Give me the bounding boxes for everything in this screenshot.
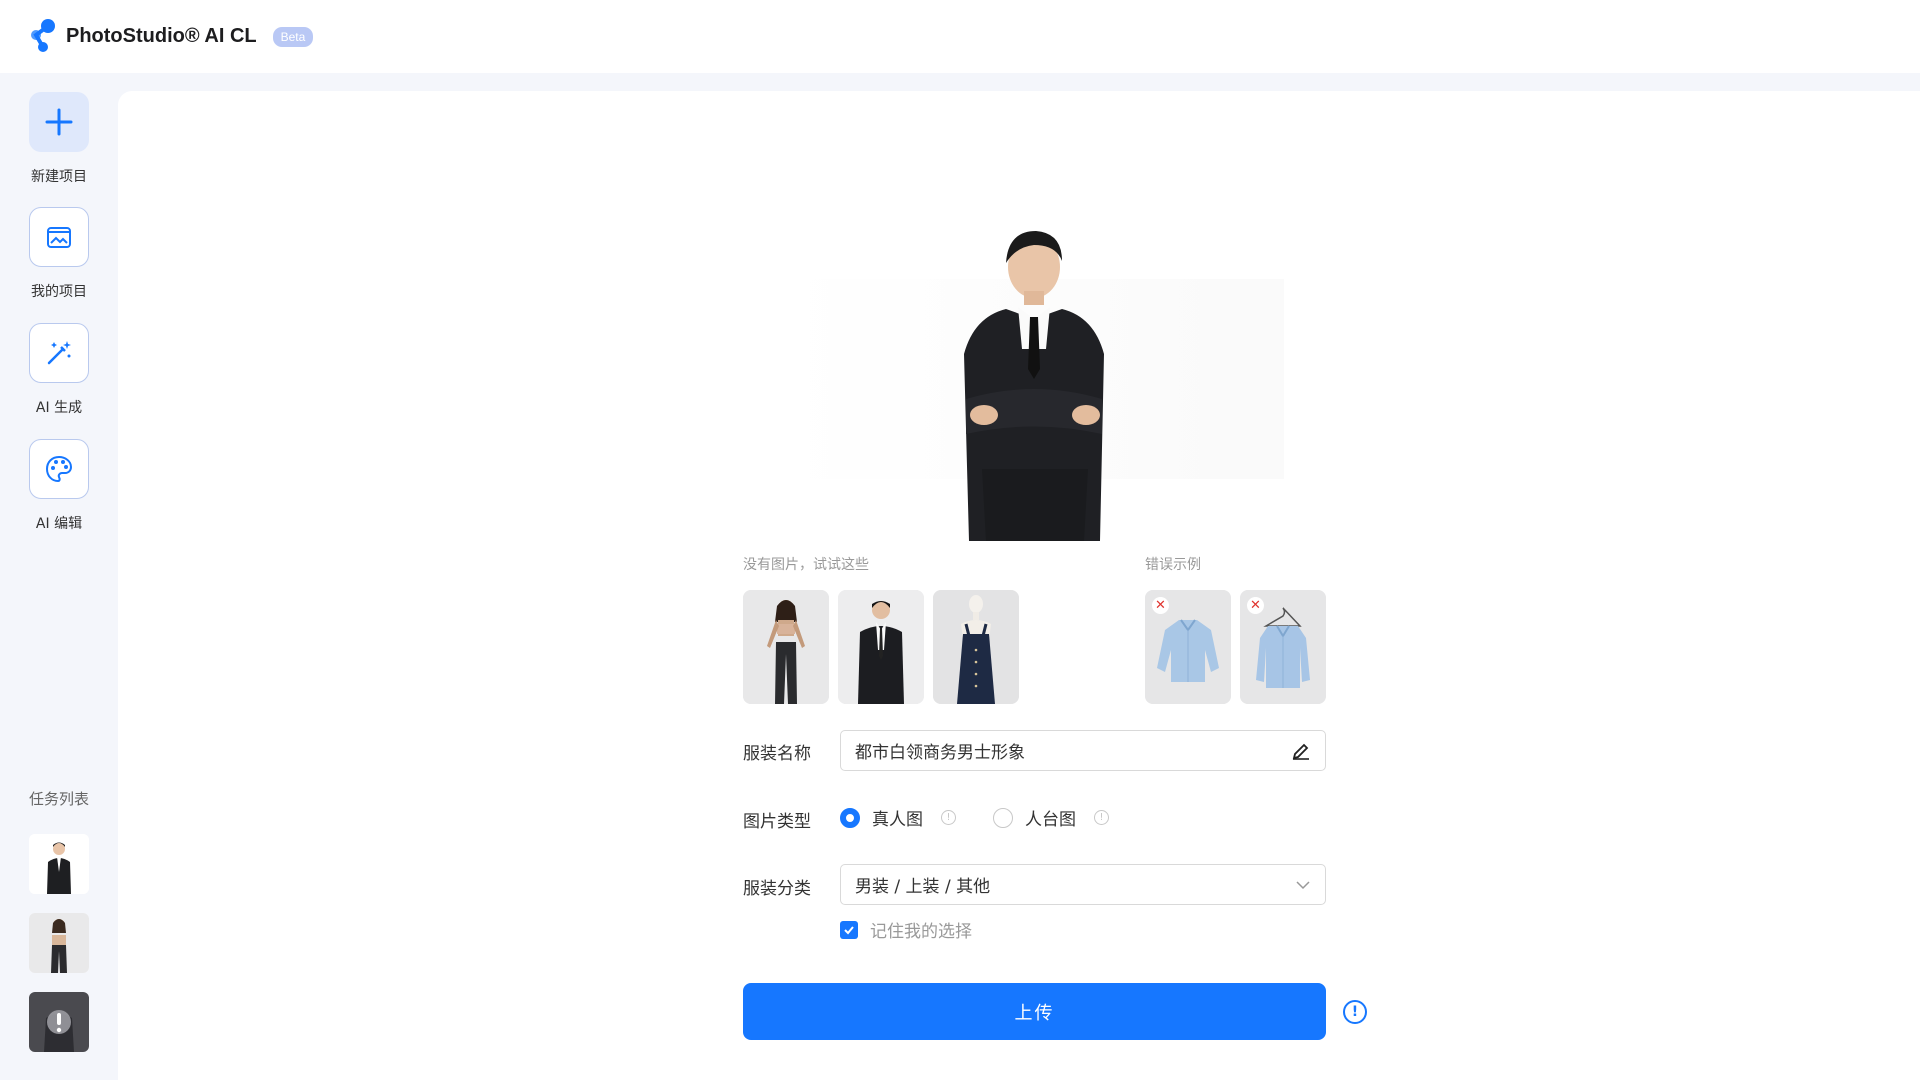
checkmark-icon: [844, 925, 854, 934]
radio-mannequin[interactable]: 人台图 !: [993, 805, 1109, 830]
top-bar: PhotoStudio® AI CL Beta: [0, 0, 1920, 73]
new-project-button[interactable]: [29, 92, 89, 152]
upload-button[interactable]: 上传: [743, 983, 1326, 1040]
radio-real-person[interactable]: 真人图 !: [840, 805, 956, 830]
image-folder-icon: [47, 227, 71, 248]
ai-edit-button[interactable]: [29, 439, 89, 499]
my-projects-button[interactable]: [29, 207, 89, 267]
beta-badge: Beta: [272, 26, 314, 47]
info-icon[interactable]: !: [941, 810, 956, 825]
info-icon[interactable]: !: [1094, 810, 1109, 825]
sample-image-woman[interactable]: [743, 590, 829, 704]
sidebar: 新建项目 我的项目 AI 生成 AI 编辑 任务列表: [0, 73, 118, 1080]
upload-info-icon[interactable]: !: [1343, 1000, 1367, 1024]
error-x-icon: ✕: [1247, 597, 1264, 614]
edit-pencil-icon[interactable]: [1291, 741, 1311, 766]
sample-image-mannequin-dress[interactable]: [933, 590, 1019, 704]
app-title: PhotoStudio® AI CL: [66, 25, 257, 47]
garment-name-label: 服装名称: [743, 744, 811, 764]
magic-wand-icon: [47, 341, 71, 365]
garment-preview-image: [784, 219, 1284, 541]
error-example-flat-shirt: ✕: [1145, 590, 1231, 704]
plus-icon: [45, 108, 73, 136]
samples-label: 没有图片，试试这些: [743, 557, 869, 573]
sidebar-item-label: 我的项目: [31, 284, 87, 300]
logo-icon: [26, 18, 60, 56]
remember-choice-row[interactable]: 记住我的选择: [840, 917, 972, 942]
garment-name-value: 都市白领商务男士形象: [855, 743, 1025, 763]
sidebar-item-label: AI 编辑: [35, 516, 83, 532]
garment-category-value: 男装 / 上装 / 其他: [855, 877, 991, 897]
remember-choice-label: 记住我的选择: [870, 922, 972, 942]
radio-real-person-indicator[interactable]: [840, 807, 860, 828]
ai-generate-button[interactable]: [29, 323, 89, 383]
garment-category-label: 服装分类: [743, 879, 811, 899]
remember-choice-checkbox[interactable]: [840, 920, 858, 939]
task-thumbnail[interactable]: [29, 913, 89, 973]
sidebar-item-ai-edit[interactable]: AI 编辑: [0, 439, 118, 533]
garment-name-field[interactable]: 都市白领商务男士形象: [840, 730, 1326, 771]
radio-real-person-label: 真人图: [872, 810, 923, 830]
error-example-hanger-shirt: ✕: [1240, 590, 1326, 704]
main-panel: 没有图片，试试这些 错误示例 ✕ ✕ 服装名称 都市白领商务男士形象 图片类型 …: [118, 91, 1920, 1080]
error-x-icon: ✕: [1152, 597, 1169, 614]
image-type-label: 图片类型: [743, 812, 811, 832]
sidebar-item-new-project[interactable]: 新建项目: [0, 92, 118, 186]
sidebar-item-label: 新建项目: [31, 169, 87, 185]
radio-mannequin-label: 人台图: [1025, 810, 1076, 830]
task-thumbnail-failed[interactable]: [29, 992, 89, 1052]
palette-icon: [45, 455, 73, 483]
sidebar-item-ai-generate[interactable]: AI 生成: [0, 323, 118, 417]
sidebar-item-my-projects[interactable]: 我的项目: [0, 207, 118, 301]
sample-image-man-suit[interactable]: [838, 590, 924, 704]
sidebar-item-label: AI 生成: [35, 400, 83, 416]
error-examples-label: 错误示例: [1145, 557, 1201, 573]
radio-mannequin-indicator[interactable]: [993, 807, 1013, 828]
garment-category-select[interactable]: 男装 / 上装 / 其他: [840, 864, 1326, 905]
chevron-down-icon[interactable]: [1295, 877, 1311, 898]
task-thumbnail[interactable]: [29, 834, 89, 894]
task-list-title: 任务列表: [28, 790, 89, 808]
